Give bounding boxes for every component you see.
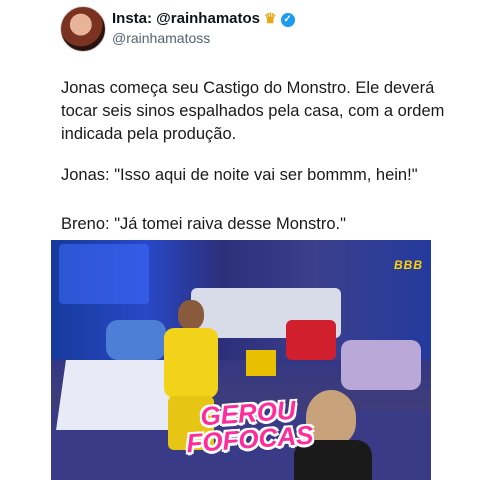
room-window bbox=[59, 244, 149, 304]
post-video-frame[interactable]: BBB GEROU FOFOCAS bbox=[51, 240, 431, 480]
avatar[interactable] bbox=[60, 6, 106, 52]
gerou-fofocas-logo: GEROU FOFOCAS bbox=[182, 395, 315, 459]
red-bag bbox=[286, 320, 336, 360]
account-name-row[interactable]: Insta: @rainhamatos ♛ ✓ bbox=[112, 10, 295, 27]
crown-icon: ♛ bbox=[264, 10, 277, 26]
bbb-logo: BBB bbox=[394, 258, 423, 272]
account-name: Insta: @rainhamatos bbox=[112, 10, 260, 27]
account-handle[interactable]: @rainhamatoss bbox=[112, 30, 210, 46]
post-text-paragraph-2: Jonas: "Isso aqui de noite vai ser bommm… bbox=[61, 166, 418, 184]
post-text-paragraph-3: Breno: "Já tomei raiva desse Monstro." bbox=[61, 215, 347, 233]
pillows-pile bbox=[341, 340, 421, 390]
verified-badge-icon: ✓ bbox=[280, 13, 295, 27]
post-text-paragraph-1: Jonas começa seu Castigo do Monstro. Ele… bbox=[61, 79, 445, 143]
yellow-box bbox=[246, 350, 276, 376]
